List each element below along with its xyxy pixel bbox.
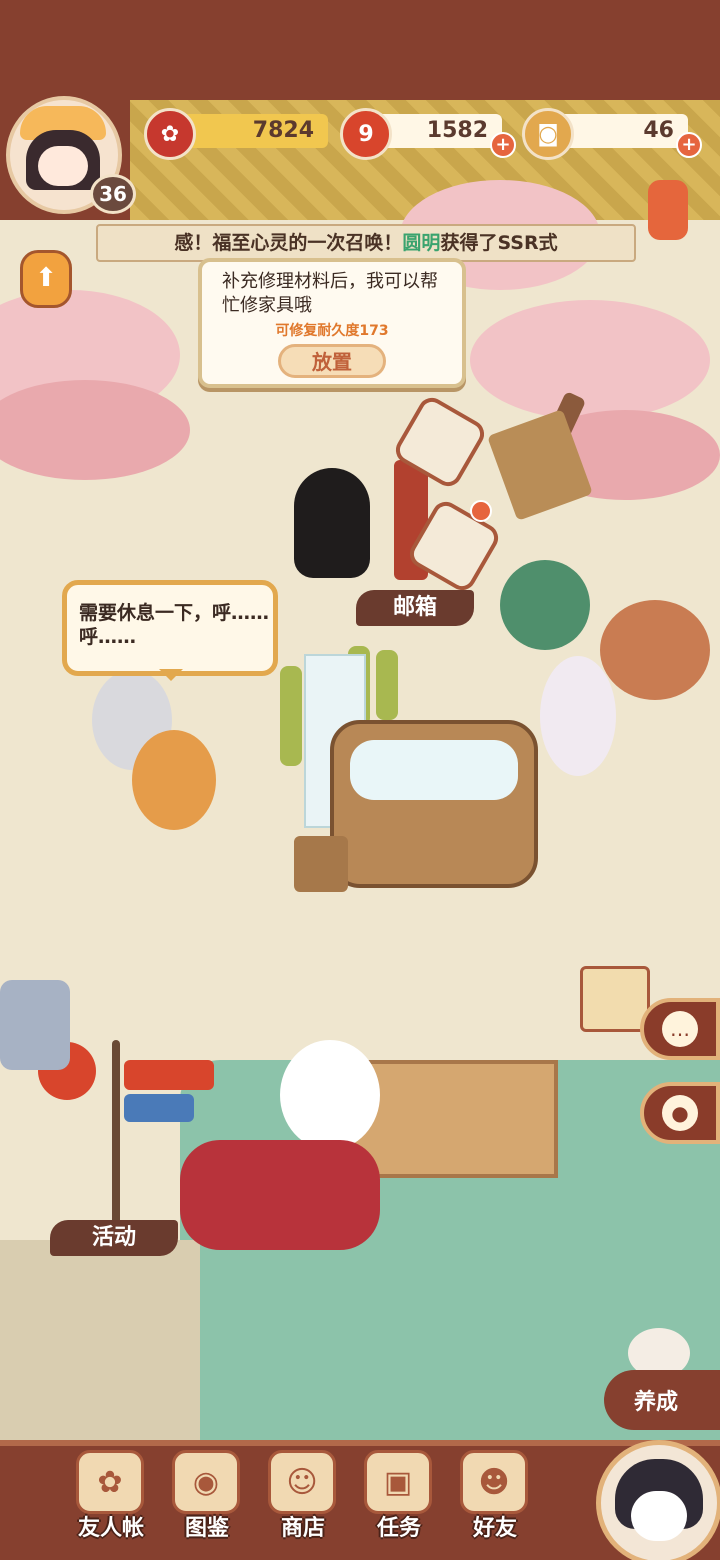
repair-tip-popup: 补充修理材料后，我可以帮忙修家具哦 可修复耐久度173 放置: [198, 258, 466, 388]
lucky-cat-shop-icon: ☺: [268, 1450, 336, 1514]
shikigami-portrait-button[interactable]: [596, 1440, 720, 1560]
ticker-player-name: 圆明: [402, 232, 441, 254]
task-box-icon: ▣: [364, 1450, 432, 1514]
hot-tub[interactable]: [330, 720, 538, 888]
carp-windsock: [648, 180, 688, 240]
wooden-bucket: [294, 836, 348, 892]
friends-icon: ☻: [460, 1450, 528, 1514]
nav-label: 任务: [376, 1516, 421, 1541]
repair-durability-text: 可修复耐久度173: [275, 323, 389, 339]
nav-friends[interactable]: ☻ 好友: [450, 1450, 540, 1560]
nurture-label: 养成: [634, 1390, 679, 1415]
fishing-character[interactable]: [280, 1040, 380, 1150]
place-button[interactable]: 放置: [278, 344, 386, 378]
ticker-suffix: 获得了SSR式: [440, 232, 558, 254]
nav-catalog[interactable]: ◉ 图鉴: [162, 1450, 252, 1560]
shiba-dog-character[interactable]: [132, 730, 216, 830]
tub-water: [350, 740, 518, 800]
coin-counter: 46: [554, 114, 688, 148]
white-haired-shikigami[interactable]: [540, 656, 616, 776]
nurture-button[interactable]: 养成: [604, 1370, 720, 1430]
flag-pole: [112, 1040, 120, 1230]
nav-label: 好友: [472, 1516, 517, 1541]
koinobori-flag[interactable]: [124, 1060, 214, 1090]
add-coin-icon[interactable]: +: [676, 132, 702, 158]
summon-announcement-ticker: 感！福至心灵的一次召唤！圆明获得了SSR式: [96, 224, 636, 262]
lotus-hat-shikigami[interactable]: [500, 560, 590, 650]
rice-ball-icon: ●: [662, 1095, 698, 1131]
add-jade-icon[interactable]: +: [490, 132, 516, 158]
portrait-face: [631, 1491, 687, 1541]
plum-blossom-icon: ✿: [144, 108, 196, 160]
upgrade-lantern-icon[interactable]: ⬆: [20, 250, 72, 308]
food-side-button[interactable]: ●: [640, 1082, 720, 1144]
notice-board[interactable]: [580, 966, 650, 1032]
koinobori-flag: [124, 1094, 194, 1122]
notification-dot: [470, 500, 492, 522]
cherry-blossom-cloud: [470, 300, 710, 420]
nav-label: 图鉴: [184, 1516, 229, 1541]
courtyard-scene: 邮箱 活动 ⬆ 36 7824 ✿ 1582 9 + 46 ◙ + 感！福至心灵…: [0, 0, 720, 1560]
player-level-badge: 36: [90, 174, 136, 214]
kumamon-character[interactable]: [294, 468, 370, 578]
nav-friend-book[interactable]: ✿ 友人帐: [66, 1450, 156, 1560]
eye-book-icon: ◉: [172, 1450, 240, 1514]
big-mouth-shikigami[interactable]: [600, 600, 710, 700]
nav-shop[interactable]: ☺ 商店: [258, 1450, 348, 1560]
nav-tasks[interactable]: ▣ 任务: [354, 1450, 444, 1560]
chat-bubble-icon: …: [662, 1011, 698, 1047]
friend-book-icon: ✿: [76, 1450, 144, 1514]
character-speech-bubble: 需要休息一下，呼……呼……: [62, 580, 278, 681]
speech-text: 需要休息一下，呼……呼……: [79, 602, 270, 648]
chat-side-button[interactable]: …: [640, 998, 720, 1060]
gold-counter: 7824: [182, 114, 328, 148]
mailbox-label[interactable]: 邮箱: [356, 590, 474, 626]
bamboo-fence: [280, 666, 302, 766]
coin-icon: ◙: [522, 108, 574, 160]
nav-label: 友人帐: [77, 1516, 144, 1541]
bamboo-fence: [376, 650, 398, 720]
red-crab-boat[interactable]: [180, 1140, 380, 1250]
stone-golem[interactable]: [0, 980, 70, 1070]
wooden-dock: [350, 1060, 558, 1178]
magatama-icon: 9: [340, 108, 392, 160]
event-label[interactable]: 活动: [50, 1220, 178, 1256]
ticker-prefix: 感！福至心灵的一次召唤！: [174, 232, 403, 254]
repair-tip-message: 补充修理材料后，我可以帮忙修家具哦: [222, 271, 438, 316]
avatar-face: [38, 146, 88, 186]
jade-counter: 1582: [376, 114, 502, 148]
nav-label: 商店: [280, 1516, 325, 1541]
